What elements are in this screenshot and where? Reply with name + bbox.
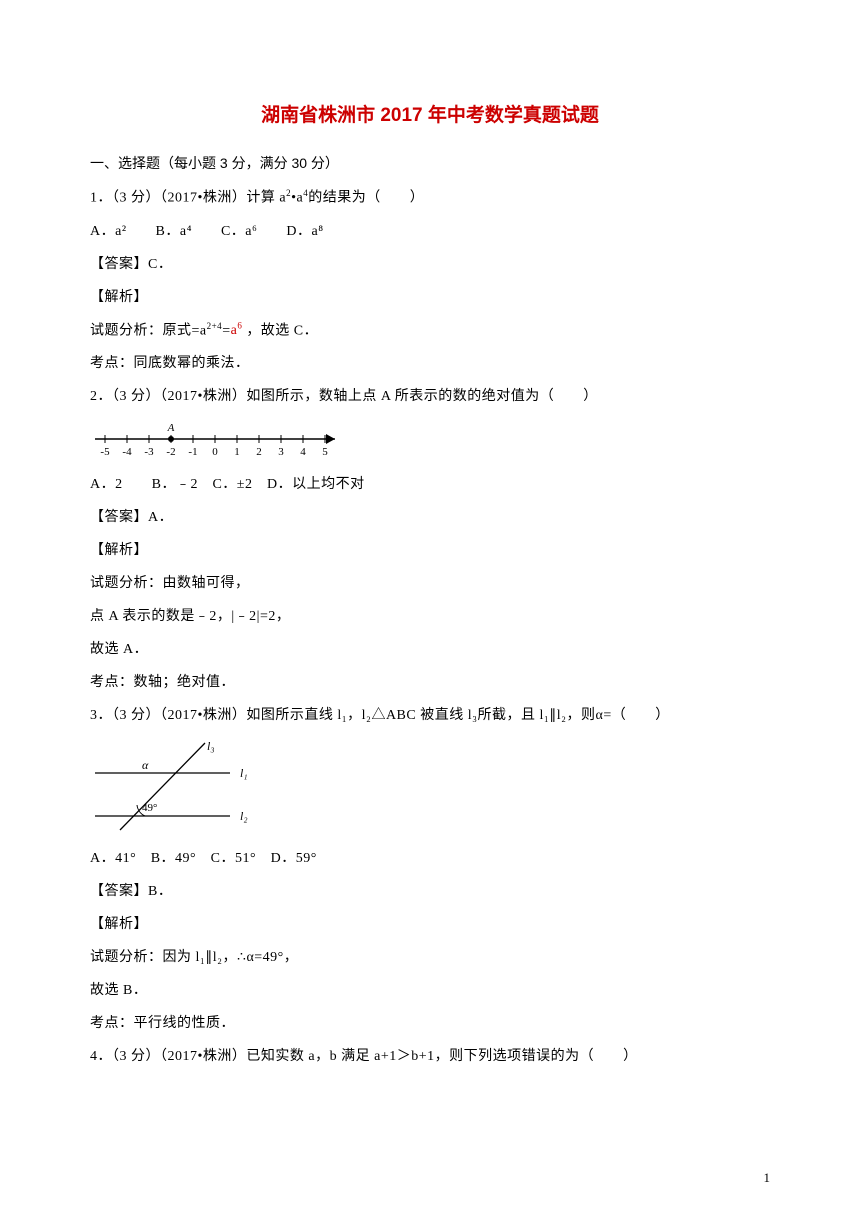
q2-analysis-1: 试题分析：由数轴可得， xyxy=(90,573,770,594)
section-header: 一、选择题（每小题 3 分，满分 30 分） xyxy=(90,153,770,173)
page-title: 湖南省株洲市 2017 年中考数学真题试题 xyxy=(90,100,770,127)
red-text: a6 xyxy=(231,323,243,338)
svg-text:α: α xyxy=(142,758,149,772)
svg-text:-1: -1 xyxy=(188,446,197,458)
q3-explain-label: 【解析】 xyxy=(90,914,770,935)
svg-text:A: A xyxy=(167,422,175,434)
svg-text:-4: -4 xyxy=(122,446,132,458)
q3-point: 考点：平行线的性质． xyxy=(90,1013,770,1034)
q1-options: A．a² B．a⁴ C．a⁶ D．a⁸ xyxy=(90,221,770,242)
text: = xyxy=(222,323,230,338)
q1-explain-label: 【解析】 xyxy=(90,287,770,308)
q1-analysis: 试题分析：原式=a2+4=a6 ，故选 C． xyxy=(90,320,770,342)
q2-stem: 2．（3 分）（2017•株洲）如图所示，数轴上点 A 所表示的数的绝对值为（ … xyxy=(90,386,770,407)
svg-text:3: 3 xyxy=(278,446,284,458)
svg-text:49°: 49° xyxy=(142,802,157,814)
q1-stem: 1．（3 分）（2017•株洲）计算 a2•a4的结果为（ ） xyxy=(90,187,770,209)
q2-point: 考点：数轴；绝对值． xyxy=(90,672,770,693)
svg-text:4: 4 xyxy=(300,446,306,458)
svg-text:5: 5 xyxy=(322,446,328,458)
svg-text:-5: -5 xyxy=(100,446,110,458)
q2-analysis-2: 点 A 表示的数是﹣2，|﹣2|=2， xyxy=(90,606,770,627)
svg-text:0: 0 xyxy=(212,446,218,458)
q3-options: A．41° B．49° C．51° D．59° xyxy=(90,848,770,869)
q2-explain-label: 【解析】 xyxy=(90,540,770,561)
svg-text:1: 1 xyxy=(234,446,240,458)
q3-analysis-1: 试题分析：因为 l₁∥l₂，∴α=49°， xyxy=(90,947,770,968)
q1-answer: 【答案】C． xyxy=(90,254,770,275)
number-line-figure: -5 -4 -3 -2 -1 0 1 2 3 4 5 A xyxy=(90,419,770,464)
q2-options: A．2 B．﹣2 C．±2 D．以上均不对 xyxy=(90,474,770,495)
svg-text:-3: -3 xyxy=(144,446,154,458)
text: ，故选 C． xyxy=(242,323,318,338)
q1-point: 考点：同底数幂的乘法． xyxy=(90,353,770,374)
q3-analysis-2: 故选 B． xyxy=(90,980,770,1001)
q3-stem: 3．（3 分）（2017•株洲）如图所示直线 l₁，l₂△ABC 被直线 l₃所… xyxy=(90,705,770,726)
q3-answer: 【答案】B． xyxy=(90,881,770,902)
text: •a xyxy=(291,191,303,206)
text: 1．（3 分）（2017•株洲）计算 a xyxy=(90,191,286,206)
svg-text:-2: -2 xyxy=(166,446,175,458)
q2-analysis-3: 故选 A． xyxy=(90,639,770,660)
svg-text:l₁: l₁ xyxy=(240,766,248,780)
page-number: 1 xyxy=(764,1170,771,1186)
q2-answer: 【答案】A． xyxy=(90,507,770,528)
sup: 2+4 xyxy=(207,321,223,331)
parallel-lines-figure: l₁ l₂ l₃ α 49° xyxy=(90,738,770,838)
svg-text:l₃: l₃ xyxy=(207,739,215,753)
text: 的结果为（ ） xyxy=(308,191,424,206)
text: 试题分析：原式=a xyxy=(90,323,207,338)
svg-text:2: 2 xyxy=(256,446,262,458)
q4-stem: 4．（3 分）（2017•株洲）已知实数 a，b 满足 a+1＞b+1，则下列选… xyxy=(90,1046,770,1067)
svg-text:l₂: l₂ xyxy=(240,809,248,823)
